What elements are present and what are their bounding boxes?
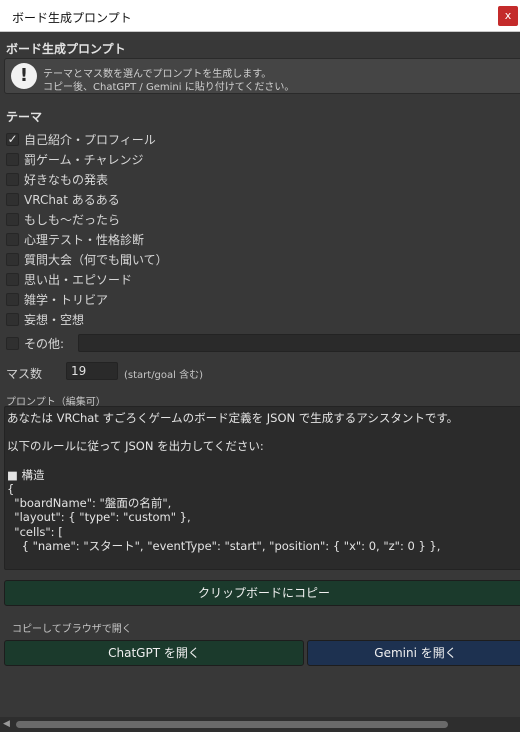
theme-label: 妄想・空想: [24, 312, 85, 327]
prompt-line: "cells": [: [7, 524, 63, 539]
open-in-browser-label: コピーしてブラウザで開く: [12, 624, 132, 635]
theme-label: 好きなもの発表: [24, 172, 109, 187]
theme-item[interactable]: もしも〜だったら: [6, 210, 120, 228]
window-title: ボード生成プロンプト: [12, 11, 132, 25]
theme-checkbox[interactable]: [6, 192, 19, 206]
theme-checkbox[interactable]: [6, 252, 19, 266]
prompt-line: ■ 構造: [7, 467, 45, 482]
theme-item[interactable]: 妄想・空想: [6, 310, 84, 328]
open-gemini-button[interactable]: Gemini を開く: [307, 640, 520, 666]
theme-label: 自己紹介・プロフィール: [24, 132, 156, 147]
theme-checkbox[interactable]: [6, 212, 19, 226]
theme-label: 雑学・トリビア: [24, 292, 109, 307]
prompt-line: { "name": "スタート", "eventType": "start", …: [7, 538, 441, 553]
theme-label: VRChat あるある: [24, 192, 120, 207]
theme-item-other[interactable]: その他:: [6, 334, 64, 352]
prompt-line: 以下のルールに従って JSON を出力してください:: [7, 439, 264, 454]
masu-label: マス数: [6, 367, 43, 381]
theme-item[interactable]: 思い出・エピソード: [6, 270, 132, 288]
theme-item[interactable]: 心理テスト・性格診断: [6, 230, 144, 248]
page-heading: ボード生成プロンプト: [6, 42, 126, 56]
theme-label: 心理テスト・性格診断: [24, 232, 145, 247]
copy-to-clipboard-button[interactable]: クリップボードにコピー: [4, 580, 520, 606]
horizontal-scrollbar[interactable]: ◀: [0, 717, 520, 732]
theme-checkbox[interactable]: ✓: [6, 132, 19, 146]
theme-item[interactable]: 雑学・トリビア: [6, 290, 108, 308]
masu-hint: (start/goal 含む): [124, 370, 204, 381]
theme-checkbox[interactable]: [6, 312, 19, 326]
masu-count-input[interactable]: 19: [66, 362, 118, 380]
theme-label: 質問大会（何でも聞いて）: [24, 252, 168, 267]
other-theme-input[interactable]: [78, 334, 520, 352]
prompt-line: [7, 425, 520, 439]
other-label: その他:: [24, 336, 65, 351]
prompt-line: [7, 454, 520, 468]
theme-label: 思い出・エピソード: [24, 272, 133, 287]
close-button[interactable]: x: [498, 6, 518, 26]
theme-checkbox[interactable]: [6, 172, 19, 186]
theme-item[interactable]: ✓ 自己紹介・プロフィール: [6, 130, 156, 148]
theme-label: もしも〜だったら: [24, 212, 121, 227]
help-line-2: コピー後、ChatGPT / Gemini に貼り付けてください。: [43, 82, 295, 93]
scroll-left-arrow-icon[interactable]: ◀: [3, 719, 10, 729]
prompt-line: {: [7, 481, 15, 496]
open-chatgpt-button[interactable]: ChatGPT を開く: [4, 640, 304, 666]
prompt-line: "layout": { "type": "custom" },: [7, 510, 191, 525]
other-checkbox[interactable]: [6, 336, 19, 350]
theme-item[interactable]: VRChat あるある: [6, 190, 120, 208]
theme-checkbox[interactable]: [6, 272, 19, 286]
theme-checkbox[interactable]: [6, 232, 19, 246]
title-bar: ボード生成プロンプト x: [0, 0, 520, 32]
prompt-line: "boardName": "盤面の名前",: [7, 496, 172, 511]
prompt-line: あなたは VRChat すごろくゲームのボード定義を JSON で生成するアシス…: [7, 411, 459, 425]
theme-item[interactable]: 質問大会（何でも聞いて）: [6, 250, 168, 268]
theme-section-title: テーマ: [6, 110, 43, 124]
theme-item[interactable]: 罰ゲーム・チャレンジ: [6, 150, 144, 168]
theme-checkbox[interactable]: [6, 292, 19, 306]
exclamation-info-icon: !: [11, 63, 37, 89]
prompt-textarea[interactable]: あなたは VRChat すごろくゲームのボード定義を JSON で生成するアシス…: [4, 406, 520, 570]
theme-item[interactable]: 好きなもの発表: [6, 170, 108, 188]
scrollbar-thumb[interactable]: [16, 721, 448, 728]
theme-label: 罰ゲーム・チャレンジ: [24, 152, 144, 167]
theme-checkbox[interactable]: [6, 152, 19, 166]
help-box: ! テーマとマス数を選んでプロンプトを生成します。 コピー後、ChatGPT /…: [4, 58, 520, 94]
